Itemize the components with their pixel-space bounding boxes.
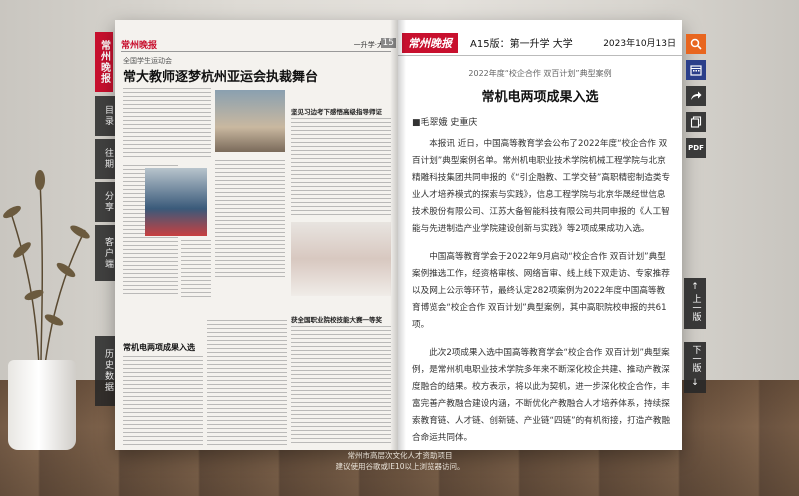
copy-button[interactable] [686,112,706,132]
side-nav: 目录 往期 分享 客户端 历史数据 [95,96,115,406]
article-text-block [181,240,211,300]
newspaper-book: 常州晚报 一升学·大学 15 全国学生运动会 常大教师逐梦杭州亚运会执裁舞台 坚… [115,20,682,450]
plant-pot [8,360,76,450]
right-page: 常州晚报 A15版：第一升学 大学 2023年10月13日 2022年度“校企合… [398,20,682,450]
article-text-block [123,356,203,446]
left-box-title[interactable]: 常机电两项成果入选 [123,342,195,353]
calendar-icon [690,65,702,76]
left-masthead-logo: 常州晚报 [121,41,158,51]
nav-past-issues-button[interactable]: 往期 [95,139,115,179]
right-toolbar: PDF [686,34,706,158]
right-page-header: 常州晚报 A15版：第一升学 大学 2023年10月13日 [398,30,682,56]
left-subhead-1[interactable]: 坚见习边考下感悟高级指导师证 [291,106,391,116]
article-paragraph: 本报讯 近日，中国高等教育学会公布了2022年度“校企合作 双百计划”典型案例名… [412,139,671,234]
next-page-label: 下一版 [690,345,701,372]
nav-contents-button[interactable]: 目录 [95,96,115,136]
article-body: 本报讯 近日，中国高等教育学会公布了2022年度“校企合作 双百计划”典型案例名… [412,136,672,450]
arrow-up-icon: ↑ [691,282,699,292]
article-paragraph: 此次2项成果入选中国高等教育学会“校企合作 双百计划”典型案例，是常州机电职业技… [412,348,671,443]
nav-client-button[interactable]: 客户端 [95,225,115,281]
brand-strip: 常州晚报 [95,32,113,92]
left-page-number: 15 [380,38,396,48]
article-text-block [291,118,391,218]
prev-page-button[interactable]: ↑ 上一版 [684,278,706,329]
search-button[interactable] [686,34,706,54]
page-label: A15版：第一升学 大学 [470,39,573,50]
plant-decoration [3,170,90,391]
left-masthead: 常州晚报 一升学·大学 [121,38,391,52]
article-title: 常机电两项成果入选 [481,90,599,105]
issue-date: 2023年10月13日 [603,39,676,49]
article-paragraph: 中国高等教育学会于2022年9月启动“校企合作 双百计划”典型案例推选工作，经资… [412,252,670,330]
article-text-block [123,88,211,158]
article-text-block [207,320,287,446]
next-page-button[interactable]: 下一版 ↓ [684,342,706,393]
arrow-down-icon: ↓ [691,378,699,388]
article-author: ■毛翠娥 史重庆 [412,118,478,128]
left-page[interactable]: 常州晚报 一升学·大学 15 全国学生运动会 常大教师逐梦杭州亚运会执裁舞台 坚… [115,20,398,450]
nav-history-button[interactable]: 历史数据 [95,336,115,406]
share-button[interactable] [686,86,706,106]
calendar-button[interactable] [686,60,706,80]
footer-caption: 常州市高层次文化人才资助项目 建议使用谷歌或IE10以上浏览器访问。 [300,450,500,472]
prev-page-label: 上一版 [690,294,701,321]
left-kicker: 全国学生运动会 [123,57,172,65]
right-masthead-logo: 常州晚报 [402,32,458,53]
article-photo [145,168,207,236]
left-subhead-2[interactable]: 获全国职业院校技能大赛一等奖 [291,314,391,324]
left-headline[interactable]: 常大教师逐梦杭州亚运会执裁舞台 [123,66,318,85]
footer-line-2: 建议使用谷歌或IE10以上浏览器访问。 [335,462,465,471]
article-text-block [215,160,285,280]
copy-icon [690,116,702,128]
share-arrow-icon [691,91,702,100]
pdf-button[interactable]: PDF [686,138,706,158]
article-kicker: 2022年度“校企合作 双百计划”典型案例 [468,69,612,78]
article-text-block [291,326,391,446]
footer-line-1: 常州市高层次文化人才资助项目 [347,451,453,460]
article-photo [215,90,285,152]
search-icon [690,38,702,50]
article-photo [291,222,391,296]
nav-share-button[interactable]: 分享 [95,182,115,222]
